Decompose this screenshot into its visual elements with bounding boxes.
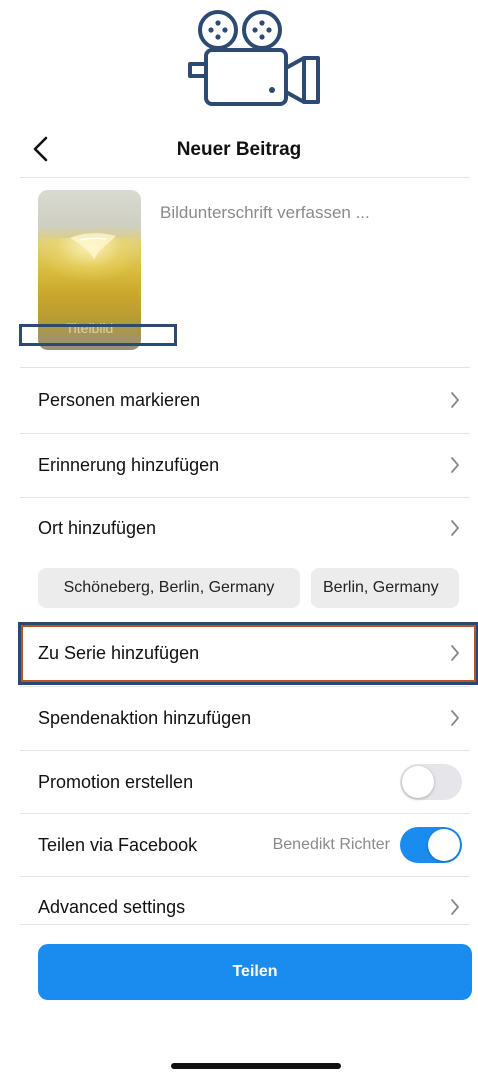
add-location-row[interactable]: Ort hinzufügen [20, 497, 470, 559]
tag-people-label: Personen markieren [38, 389, 201, 410]
share-button[interactable]: Teilen [38, 944, 472, 1000]
location-suggestion-chip[interactable]: Berlin, Germany [311, 568, 459, 608]
tag-people-row[interactable]: Personen markieren [20, 369, 470, 431]
add-fundraiser-row[interactable]: Spendenaktion hinzufügen [20, 687, 470, 749]
highlight-box-thumbnail [19, 324, 177, 346]
add-reminder-row[interactable]: Erinnerung hinzufügen [20, 434, 470, 496]
home-indicator [171, 1063, 341, 1069]
share-facebook-label: Teilen via Facebook [38, 834, 198, 855]
chevron-right-icon [451, 457, 459, 473]
header-divider [20, 177, 470, 178]
facebook-account-name: Benedikt Richter [272, 836, 390, 853]
chevron-right-icon [451, 520, 459, 536]
highlight-box-series-row [18, 622, 478, 685]
divider [20, 924, 470, 925]
divider [20, 367, 470, 368]
caption-input[interactable]: Bildunterschrift verfassen ... [160, 202, 460, 224]
video-camera-icon [188, 10, 320, 106]
chevron-right-icon [451, 710, 459, 726]
create-promotion-row: Promotion erstellen [20, 751, 470, 813]
promotion-toggle[interactable] [400, 764, 462, 800]
advanced-settings-label: Advanced settings [38, 896, 186, 917]
share-facebook-row: Teilen via Facebook Benedikt Richter [20, 814, 470, 876]
add-fundraiser-label: Spendenaktion hinzufügen [38, 707, 252, 728]
location-suggestion-chip[interactable]: Schöneberg, Berlin, Germany [38, 568, 300, 608]
create-promotion-label: Promotion erstellen [38, 771, 194, 792]
add-location-label: Ort hinzufügen [38, 517, 157, 538]
chevron-right-icon [451, 899, 459, 915]
facebook-toggle[interactable] [400, 827, 462, 863]
add-reminder-label: Erinnerung hinzufügen [38, 454, 220, 475]
chevron-right-icon [451, 392, 459, 408]
page-title: Neuer Beitrag [176, 139, 302, 160]
advanced-settings-row[interactable]: Advanced settings [20, 876, 470, 938]
